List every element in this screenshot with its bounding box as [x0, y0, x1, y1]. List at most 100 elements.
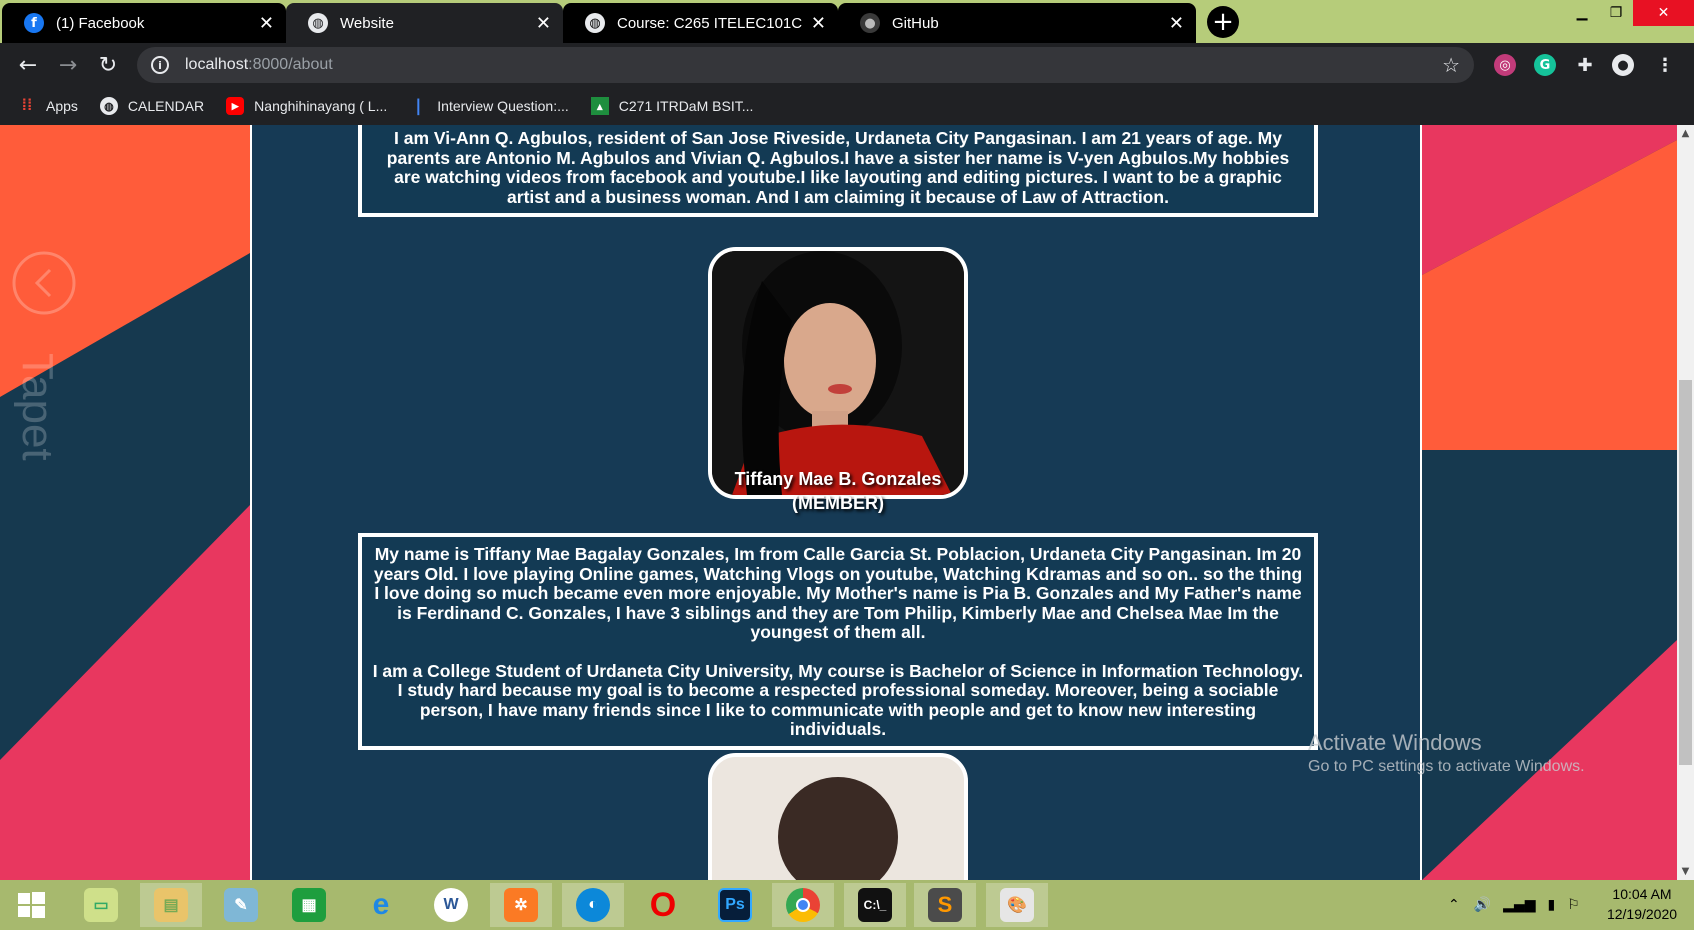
tab-course[interactable]: ◍ Course: C265 ITELEC101C ELECTI ✕ — [563, 3, 838, 43]
edge-icon: ◐ — [576, 888, 610, 922]
bookmark-apps[interactable]: ⁞⁞ Apps — [18, 97, 78, 115]
bookmark-label: Apps — [46, 98, 78, 114]
youtube-icon: ▶ — [226, 97, 245, 115]
portrait-image — [712, 251, 964, 495]
chrome-icon — [786, 888, 820, 922]
xampp-icon: ✲ — [504, 888, 538, 922]
tab-website[interactable]: ◍ Website ✕ — [286, 3, 563, 43]
network-icon[interactable]: ▂▄▆ — [1503, 897, 1535, 913]
system-tray: ⌃ 🔊 ▂▄▆ ▮ ⚐ — [1448, 880, 1580, 930]
url-path: :8000/about — [248, 56, 333, 73]
volume-icon[interactable]: 🔊 — [1474, 897, 1491, 913]
taskbar-photoshop[interactable]: Ps — [704, 883, 766, 927]
member-role: (MEMBER) — [792, 493, 884, 513]
github-icon: ● — [860, 13, 880, 33]
store-icon: ▦ — [292, 888, 326, 922]
new-tab-button[interactable]: + — [1207, 6, 1239, 38]
activate-windows-title: Activate Windows — [1308, 730, 1482, 755]
start-button[interactable] — [0, 883, 62, 927]
terminal-icon: C:\_ — [858, 888, 892, 922]
taskbar-sublime[interactable]: S — [914, 883, 976, 927]
scroll-down-arrow-icon[interactable]: ▼ — [1677, 863, 1694, 880]
taskbar-file-sticky-notes[interactable]: ▭ — [70, 883, 132, 927]
clock-date: 12/19/2020 — [1606, 906, 1678, 922]
taskbar-clock[interactable]: 10:04 AM 12/19/2020 — [1592, 884, 1692, 924]
forward-arrow-icon[interactable]: → — [52, 49, 84, 81]
tray-chevron-icon[interactable]: ⌃ — [1448, 897, 1460, 913]
url-host: localhost — [185, 56, 249, 73]
bookmark-youtube[interactable]: ▶ Nanghihinayang ( L... — [226, 97, 387, 115]
reload-icon[interactable]: ↻ — [92, 49, 124, 81]
notepad-icon: ✎ — [224, 888, 258, 922]
action-center-icon[interactable]: ⚐ — [1567, 897, 1580, 913]
scrollbar-thumb[interactable] — [1679, 380, 1692, 765]
member-photo — [708, 247, 968, 499]
menu-kebab-icon[interactable]: ⋮ — [1654, 54, 1676, 76]
taskbar-terminal[interactable]: C:\_ — [844, 883, 906, 927]
wallpaper-brand: Tapet — [13, 353, 62, 461]
apps-grid-icon: ⁞⁞ — [21, 97, 33, 114]
clock-time: 10:04 AM — [1612, 886, 1672, 902]
tab-title: (1) Facebook — [56, 14, 145, 32]
browser-toolbar: ← → ↻ i localhost :8000/about ☆ ◎ G ✚ ● … — [0, 43, 1694, 87]
bookmark-calendar[interactable]: ◍ CALENDAR — [99, 97, 205, 115]
bookmark-label: CALENDAR — [127, 98, 205, 114]
globe-icon: ◍ — [99, 97, 118, 115]
classroom-icon: ▴ — [590, 97, 609, 115]
address-bar[interactable]: i localhost :8000/about ☆ — [137, 47, 1474, 83]
taskbar-edge[interactable]: ◐ — [562, 883, 624, 927]
grammarly-extension-icon[interactable]: G — [1534, 54, 1556, 76]
internet-explorer-icon: e — [372, 888, 390, 921]
bookmark-star-icon[interactable]: ☆ — [1442, 53, 1460, 77]
close-tab-icon[interactable]: ✕ — [1169, 13, 1184, 34]
bookmark-classroom[interactable]: ▴ C271 ITRDaM BSIT... — [590, 97, 754, 115]
sticky-notes-icon: ▭ — [84, 888, 118, 922]
battery-icon[interactable]: ▮ — [1547, 897, 1555, 913]
page-viewport: Tapet I am Vi-Ann Q. Agbulos, resident o… — [0, 125, 1677, 880]
taskbar-xampp[interactable]: ✲ — [490, 883, 552, 927]
bookmark-label: C271 ITRDaM BSIT... — [618, 98, 754, 114]
taskbar-paint[interactable]: 🎨 — [986, 883, 1048, 927]
opera-icon: O — [649, 885, 677, 924]
instagram-extension-icon[interactable]: ◎ — [1494, 54, 1516, 76]
taskbar-internet-explorer[interactable]: e — [350, 883, 412, 927]
globe-icon: ◍ — [308, 13, 328, 33]
bookmark-label: Nanghihinayang ( L... — [254, 98, 388, 114]
taskbar-opera[interactable]: O — [632, 883, 694, 927]
taskbar-chrome[interactable] — [772, 883, 834, 927]
back-arrow-icon[interactable]: ← — [12, 49, 44, 81]
tab-title: Course: C265 ITELEC101C ELECTI — [617, 14, 803, 32]
minimize-icon[interactable]: ▁ — [1565, 0, 1599, 26]
member-name: Tiffany Mae B. Gonzales — [734, 469, 942, 489]
member-name-block: Tiffany Mae B. Gonzales (MEMBER) — [588, 467, 1088, 515]
close-tab-icon[interactable]: ✕ — [259, 13, 274, 34]
tab-facebook[interactable]: f (1) Facebook ✕ — [2, 3, 286, 43]
restore-icon[interactable]: ❐ — [1599, 0, 1633, 26]
scroll-up-arrow-icon[interactable]: ▲ — [1677, 125, 1694, 142]
about-content-panel: I am Vi-Ann Q. Agbulos, resident of San … — [250, 125, 1422, 880]
bookmark-interview[interactable]: ❘ Interview Question:... — [409, 97, 569, 115]
tab-title: GitHub — [892, 14, 939, 32]
globe-icon: ◍ — [585, 13, 605, 33]
site-info-icon[interactable]: i — [151, 56, 169, 74]
next-member-photo — [708, 753, 968, 880]
close-tab-icon[interactable]: ✕ — [536, 13, 551, 34]
taskbar-app-w[interactable]: W — [420, 883, 482, 927]
close-tab-icon[interactable]: ✕ — [811, 13, 826, 34]
bio-card-tiffany: My name is Tiffany Mae Bagalay Gonzales,… — [358, 533, 1318, 750]
tab-title: Website — [340, 14, 394, 32]
activate-windows-subtitle: Go to PC settings to activate Windows. — [1308, 758, 1585, 775]
facebook-icon: f — [24, 13, 44, 33]
paint-icon: 🎨 — [1000, 888, 1034, 922]
taskbar-store[interactable]: ▦ — [278, 883, 340, 927]
tab-github[interactable]: ● GitHub ✕ — [838, 3, 1196, 43]
profile-avatar-icon[interactable]: ● — [1612, 54, 1634, 76]
taskbar-file-explorer[interactable]: ▤ — [140, 883, 202, 927]
close-window-icon[interactable]: ✕ — [1633, 0, 1694, 26]
windows-taskbar: ▭ ▤ ✎ ▦ e W ✲ ◐ O Ps C:\_ S 🎨 — [0, 880, 1694, 930]
extensions-puzzle-icon[interactable]: ✚ — [1574, 54, 1596, 76]
vertical-scrollbar[interactable]: ▲ ▼ — [1677, 125, 1694, 880]
bio-text: My name is Tiffany Mae Bagalay Gonzales,… — [373, 544, 1303, 642]
taskbar-notepad[interactable]: ✎ — [210, 883, 272, 927]
photoshop-icon: Ps — [718, 888, 752, 922]
